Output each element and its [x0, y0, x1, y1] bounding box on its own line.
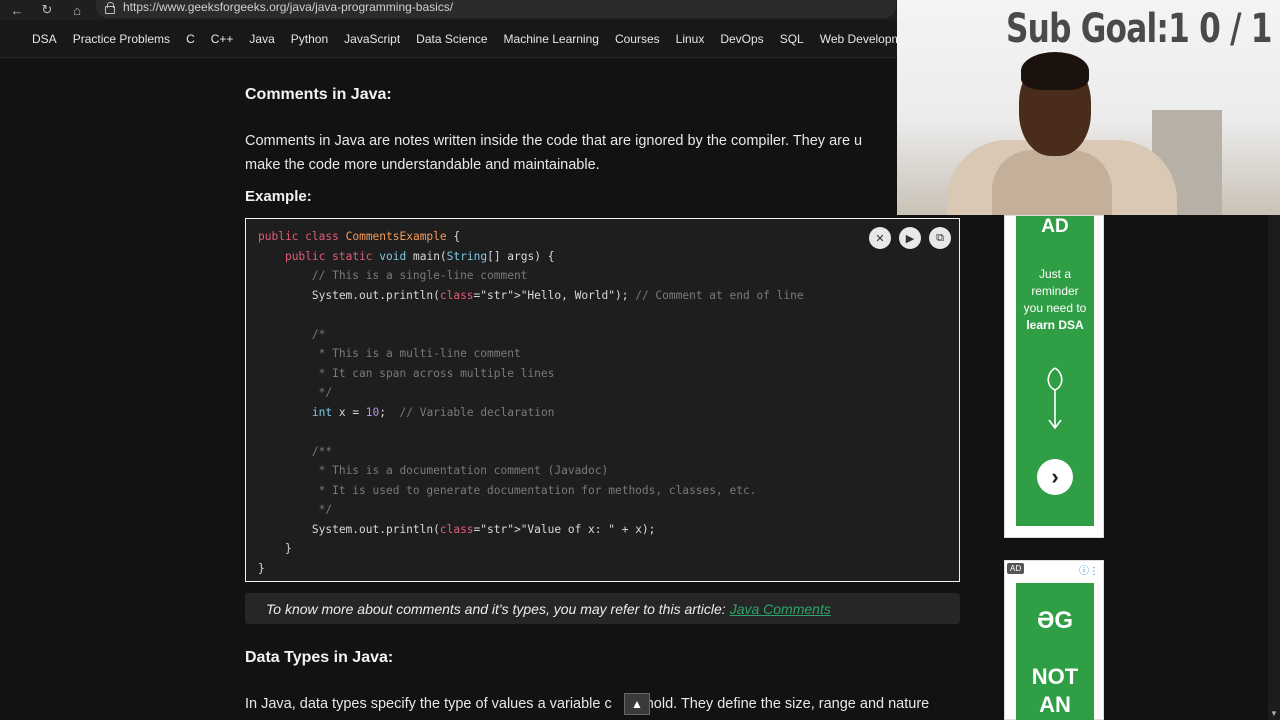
article-note: To know more about comments and it's typ…	[245, 593, 960, 624]
datatypes-paragraph-part1: In Java, data types specify the type of …	[245, 696, 612, 712]
copy-icon[interactable]: ⧉	[929, 227, 951, 249]
nav-item-devops[interactable]: DevOps	[712, 32, 771, 46]
ad-line4: learn DSA	[1026, 318, 1084, 332]
ad-banner-dsa[interactable]: AD Just a reminder you need to learn DSA…	[1004, 215, 1104, 538]
code-text: public class CommentsExample { public st…	[258, 230, 804, 575]
nav-item-python[interactable]: Python	[283, 32, 336, 46]
chevron-right-icon[interactable]: ›	[1037, 459, 1073, 495]
nav-item-sql[interactable]: SQL	[772, 32, 812, 46]
address-bar[interactable]: https://www.geeksforgeeks.org/java/java-…	[96, 0, 896, 18]
webcam-overlay: Sub Goal:1 0 / 1	[897, 0, 1280, 215]
nav-item-linux[interactable]: Linux	[668, 32, 713, 46]
home-icon[interactable]: ⌂	[62, 0, 92, 20]
ad-text-line2: AN	[1039, 692, 1071, 717]
ad-text: NOT AN	[1016, 663, 1094, 719]
code-block: public class CommentsExample { public st…	[245, 218, 960, 582]
datatypes-paragraph-part2: hold. They define the size, range and na…	[645, 696, 930, 712]
page-scrollbar[interactable]: ▼	[1268, 215, 1280, 720]
java-comments-link[interactable]: Java Comments	[730, 601, 831, 617]
datatypes-paragraph: In Java, data types specify the type of …	[245, 692, 965, 716]
note-text: To know more about comments and it's typ…	[266, 600, 726, 617]
person-hair	[1021, 52, 1089, 90]
ad-banner-gfg[interactable]: AD ⓘ⋮ ƏG NOT AN	[1004, 560, 1104, 720]
nav-item-cpp[interactable]: C++	[203, 32, 242, 46]
comments-paragraph: Comments in Java are notes written insid…	[245, 129, 905, 177]
nav-item-practice-problems[interactable]: Practice Problems	[65, 32, 178, 46]
comments-paragraph-line2: make the code more understandable and ma…	[245, 157, 600, 173]
nav-item-java[interactable]: Java	[241, 32, 282, 46]
run-icon[interactable]: ▶	[899, 227, 921, 249]
nav-item-data-science[interactable]: Data Science	[408, 32, 495, 46]
url-text[interactable]: https://www.geeksforgeeks.org/java/java-…	[123, 0, 453, 14]
ad-label: AD	[1041, 216, 1069, 237]
scroll-down-icon[interactable]: ▼	[1270, 709, 1278, 718]
sub-goal-counter: Sub Goal:1 0 / 1	[1006, 6, 1273, 52]
ad-line2: reminder	[1031, 284, 1079, 298]
gfg-logo: ƏG	[1036, 607, 1074, 634]
datatypes-heading: Data Types in Java:	[245, 649, 394, 666]
nav-item-c[interactable]: C	[178, 32, 203, 46]
reload-icon[interactable]: ↻	[32, 0, 62, 20]
code-toolbar: ✕ ▶ ⧉	[869, 227, 951, 249]
ad-message: Just a reminder you need to learn DSA	[1016, 266, 1094, 334]
site-nav: DSA Practice Problems C C++ Java Python …	[0, 20, 918, 58]
nav-item-javascript[interactable]: JavaScript	[336, 32, 408, 46]
lock-icon	[104, 2, 115, 14]
person-shirt-shadow	[992, 150, 1112, 215]
info-icon[interactable]: ⓘ⋮	[1079, 562, 1099, 577]
comments-paragraph-line1: Comments in Java are notes written insid…	[245, 133, 863, 149]
ad-banner-body: ƏG NOT AN	[1016, 583, 1094, 720]
nav-item-machine-learning[interactable]: Machine Learning	[496, 32, 607, 46]
ad-line1: Just a	[1038, 267, 1071, 281]
nav-item-courses[interactable]: Courses	[607, 32, 668, 46]
comments-heading: Comments in Java:	[245, 86, 392, 103]
ad-label: AD	[1007, 563, 1025, 574]
ad-text-line1: NOT	[1031, 664, 1079, 689]
ad-banner-body: AD Just a reminder you need to learn DSA…	[1016, 216, 1094, 526]
example-label: Example:	[245, 188, 312, 205]
nav-item-dsa[interactable]: DSA	[32, 32, 65, 46]
back-icon[interactable]: ←	[2, 0, 32, 20]
ad-line3: you need to	[1023, 301, 1087, 315]
close-icon[interactable]: ✕	[869, 227, 891, 249]
scroll-to-top-button[interactable]: ▲	[624, 693, 650, 715]
arrow-down-icon	[1047, 367, 1063, 430]
